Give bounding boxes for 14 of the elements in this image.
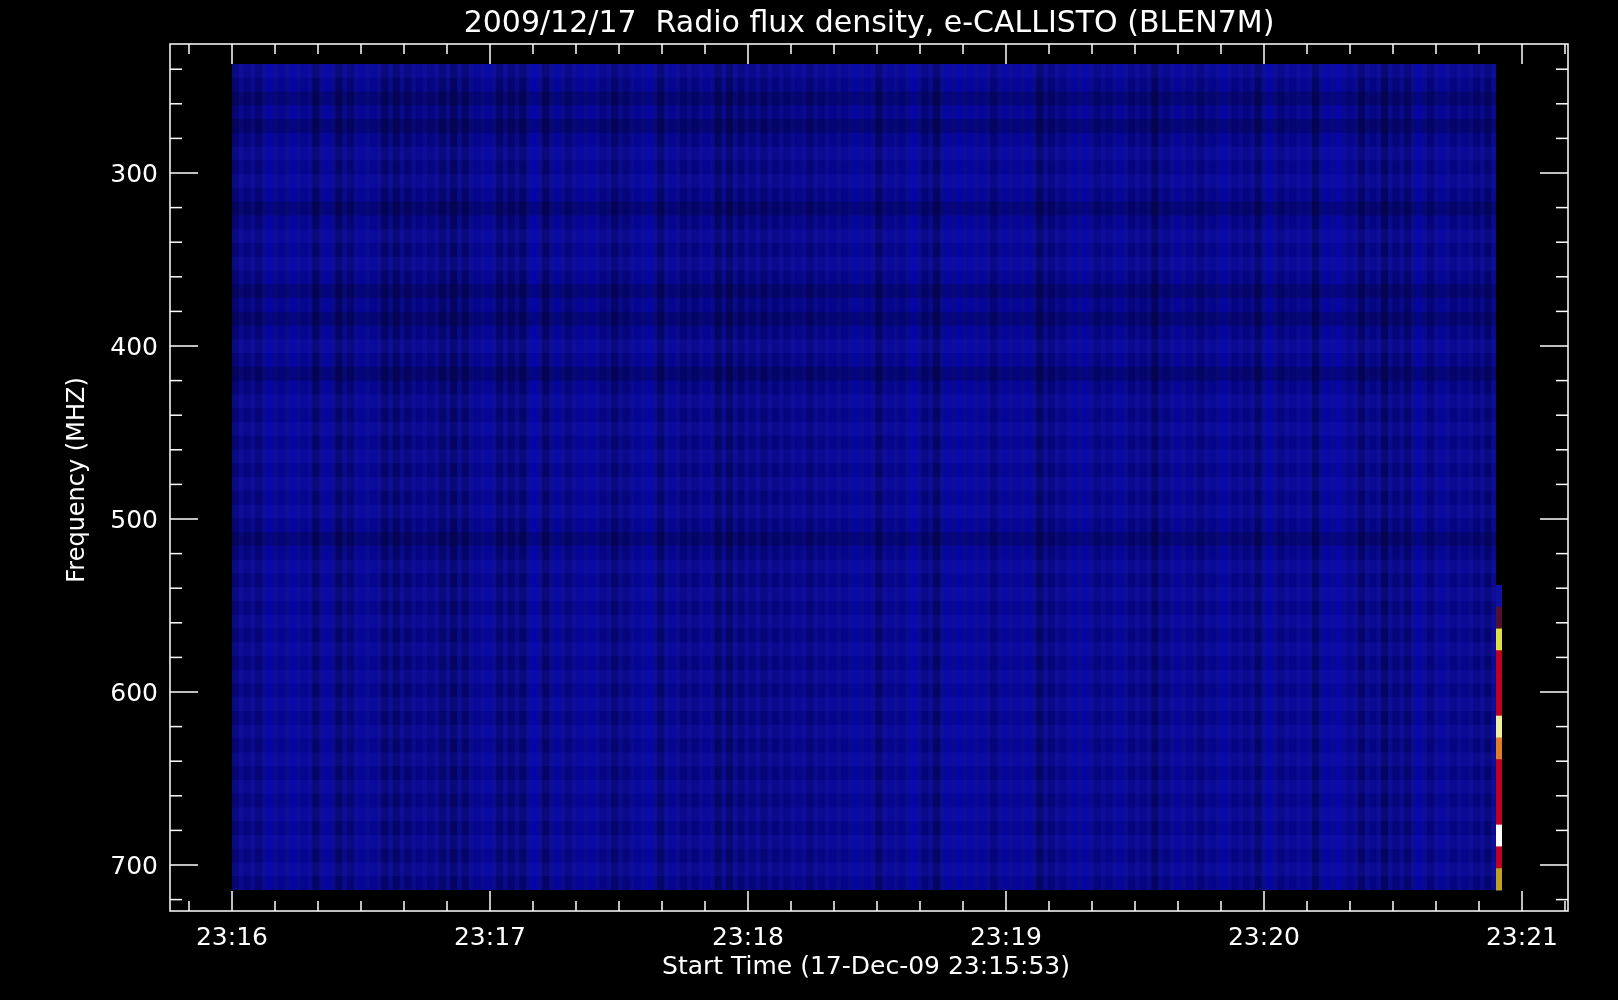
y-tick-label: 700 bbox=[110, 851, 158, 880]
x-axis-label: Start Time (17-Dec-09 23:15:53) bbox=[662, 951, 1070, 980]
y-tick-label: 300 bbox=[110, 159, 158, 188]
x-tick-label: 23:19 bbox=[970, 922, 1042, 951]
chart-title: 2009/12/17 Radio flux density, e-CALLISTO (BLEN7M) bbox=[463, 4, 1275, 39]
x-tick-label: 23:18 bbox=[712, 922, 784, 951]
y-axis-label: Frequency (MHZ) bbox=[62, 377, 90, 583]
y-tick-label: 400 bbox=[110, 332, 158, 361]
y-tick-label: 600 bbox=[110, 678, 158, 707]
x-tick-label: 23:16 bbox=[196, 922, 268, 951]
x-tick-label: 23:21 bbox=[1486, 922, 1558, 951]
y-tick-label: 500 bbox=[110, 505, 158, 534]
x-tick-label: 23:20 bbox=[1228, 922, 1300, 951]
x-tick-label: 23:17 bbox=[454, 922, 526, 951]
